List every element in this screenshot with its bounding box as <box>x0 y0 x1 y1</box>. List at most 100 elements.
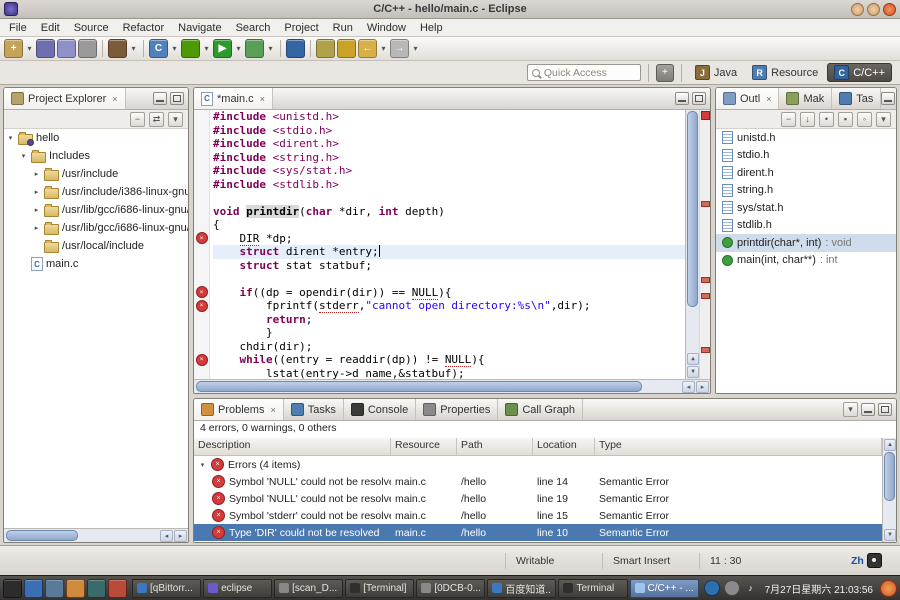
outline-item[interactable]: string.h <box>716 182 896 200</box>
menu-window[interactable]: Window <box>360 21 413 35</box>
outline-item[interactable]: sys/stat.h <box>716 199 896 217</box>
back-dropdown[interactable]: ▾ <box>379 44 388 53</box>
tree-item[interactable]: ▸/usr/lib/gcc/i686-linux-gnu/4.7/ <box>4 201 188 219</box>
error-marker-icon[interactable]: × <box>196 232 208 244</box>
web-browser-icon[interactable] <box>66 579 85 598</box>
twisty-icon[interactable]: ▾ <box>198 461 207 469</box>
build-dropdown[interactable]: ▾ <box>129 44 138 53</box>
scrollbar-thumb[interactable] <box>687 111 698 307</box>
menu-file[interactable]: File <box>2 21 34 35</box>
column-header-description[interactable]: Description <box>194 438 391 455</box>
minimize-view-button[interactable] <box>675 92 689 105</box>
overview-error-mark[interactable] <box>701 277 710 283</box>
close-icon[interactable]: × <box>766 94 771 104</box>
new-c-file-icon[interactable]: C <box>149 39 168 58</box>
menu-search[interactable]: Search <box>229 21 278 35</box>
twisty-icon[interactable]: ▾ <box>6 134 15 142</box>
twisty-icon[interactable]: ▸ <box>32 224 41 232</box>
back-icon[interactable]: ← <box>358 39 377 58</box>
code-line[interactable]: DIR *dp; <box>213 232 685 246</box>
collapse-all-icon[interactable]: − <box>130 112 145 127</box>
scroll-right-icon[interactable]: ▸ <box>174 530 187 542</box>
maximize-button[interactable] <box>867 3 880 16</box>
forward-dropdown[interactable]: ▾ <box>411 44 420 53</box>
quit-icon[interactable] <box>880 580 897 597</box>
minimize-button[interactable] <box>851 3 864 16</box>
twisty-icon[interactable]: ▸ <box>32 170 41 178</box>
overview-error-mark[interactable] <box>701 201 710 207</box>
taskbar-window-button[interactable]: 百度知道... <box>487 579 556 598</box>
close-icon[interactable]: × <box>260 94 265 104</box>
tree-item[interactable]: ▾Includes <box>4 147 188 165</box>
view-menu-icon[interactable]: ▾ <box>168 112 183 127</box>
open-element-icon[interactable] <box>316 39 335 58</box>
tree-item[interactable]: ▸/usr/include/i386-linux-gnu <box>4 183 188 201</box>
perspective-cc[interactable]: CC/C++ <box>827 63 892 82</box>
new-wizard-icon[interactable]: + <box>4 39 23 58</box>
problem-row[interactable]: ×Symbol 'stderr' could not be resolvedma… <box>194 507 882 524</box>
code-area[interactable]: #include <unistd.h>#include <stdio.h>#in… <box>210 110 685 379</box>
error-marker-icon[interactable]: × <box>196 354 208 366</box>
scroll-up-icon[interactable]: ▲ <box>884 439 896 451</box>
outline-item[interactable]: printdir(char*, int) : void <box>716 234 896 252</box>
perspective-resource[interactable]: RResource <box>746 64 824 81</box>
column-header-path[interactable]: Path <box>457 438 533 455</box>
new-c-file-dropdown[interactable]: ▾ <box>170 44 179 53</box>
problems-group-row[interactable]: ▾×Errors (4 items) <box>194 456 882 473</box>
perspective-java[interactable]: JJava <box>689 64 743 81</box>
error-marker-icon[interactable]: × <box>196 300 208 312</box>
error-marker-icon[interactable]: × <box>196 286 208 298</box>
tab-outl[interactable]: Outl× <box>716 88 779 109</box>
tree-item[interactable]: ▾hello <box>4 129 188 147</box>
problem-row[interactable]: ×Type 'DIR' could not be resolvedmain.c/… <box>194 524 882 541</box>
close-button[interactable] <box>883 3 896 16</box>
overview-ruler[interactable] <box>699 110 710 379</box>
show-desktop-icon[interactable] <box>24 579 43 598</box>
tree-item[interactable]: ▸/usr/lib/gcc/i686-linux-gnu/4.7/ <box>4 219 188 237</box>
tree-item[interactable]: Cmain.c <box>4 255 188 273</box>
code-line[interactable]: chdir(dir); <box>213 340 685 354</box>
menu-source[interactable]: Source <box>67 21 116 35</box>
taskbar-window-button[interactable]: Terminal <box>558 579 627 598</box>
sort-icon[interactable]: ↓ <box>800 112 815 127</box>
collapse-all-icon[interactable]: − <box>781 112 796 127</box>
code-line[interactable]: fprintf(stderr,"cannot open directory:%s… <box>213 299 685 313</box>
outline-item[interactable]: stdlib.h <box>716 217 896 235</box>
scroll-left-icon[interactable]: ◂ <box>682 381 695 393</box>
code-line[interactable]: void printdir(char *dir, int depth) <box>213 205 685 219</box>
hide-non-public-icon[interactable]: ◦ <box>857 112 872 127</box>
close-icon[interactable]: × <box>112 94 117 104</box>
taskbar-window-button[interactable]: C/C++ - ... <box>630 579 699 598</box>
file-manager-icon[interactable] <box>45 579 64 598</box>
code-line[interactable] <box>213 191 685 205</box>
minimize-view-button[interactable] <box>881 92 895 105</box>
menu-navigate[interactable]: Navigate <box>171 21 228 35</box>
app-menu-icon[interactable] <box>3 579 22 598</box>
tab-main-c[interactable]: C *main.c × <box>194 88 273 109</box>
view-menu-icon[interactable]: ▾ <box>876 112 891 127</box>
tab-tasks[interactable]: Tasks <box>284 399 344 420</box>
code-line[interactable]: #include <unistd.h> <box>213 110 685 124</box>
search-icon[interactable] <box>286 39 305 58</box>
editor-vscrollbar[interactable]: ▲ ▼ <box>685 110 699 379</box>
terminal-launcher-icon[interactable] <box>87 579 106 598</box>
column-header-type[interactable]: Type <box>595 438 882 455</box>
scrollbar-thumb[interactable] <box>196 381 642 392</box>
volume-icon[interactable]: ♪ <box>744 581 758 595</box>
tree-item[interactable]: ▸/usr/include <box>4 165 188 183</box>
code-line[interactable]: lstat(entry->d_name,&statbuf); <box>213 367 685 380</box>
taskbar-window-button[interactable]: eclipse <box>203 579 272 598</box>
minimize-view-button[interactable] <box>861 403 875 416</box>
save-icon[interactable] <box>36 39 55 58</box>
screenshot-tool-icon[interactable] <box>108 579 127 598</box>
new-wizard-dropdown[interactable]: ▾ <box>25 44 34 53</box>
code-line[interactable]: { <box>213 218 685 232</box>
tab-call-graph[interactable]: Call Graph <box>498 399 583 420</box>
save-all-icon[interactable] <box>57 39 76 58</box>
clock[interactable]: 7月27日星期六 21:03:56 <box>765 581 873 596</box>
tab-project-explorer[interactable]: Project Explorer × <box>4 88 126 109</box>
debug-icon[interactable] <box>181 39 200 58</box>
scrollbar-thumb[interactable] <box>6 530 78 541</box>
column-header-resource[interactable]: Resource <box>391 438 457 455</box>
menu-help[interactable]: Help <box>413 21 450 35</box>
